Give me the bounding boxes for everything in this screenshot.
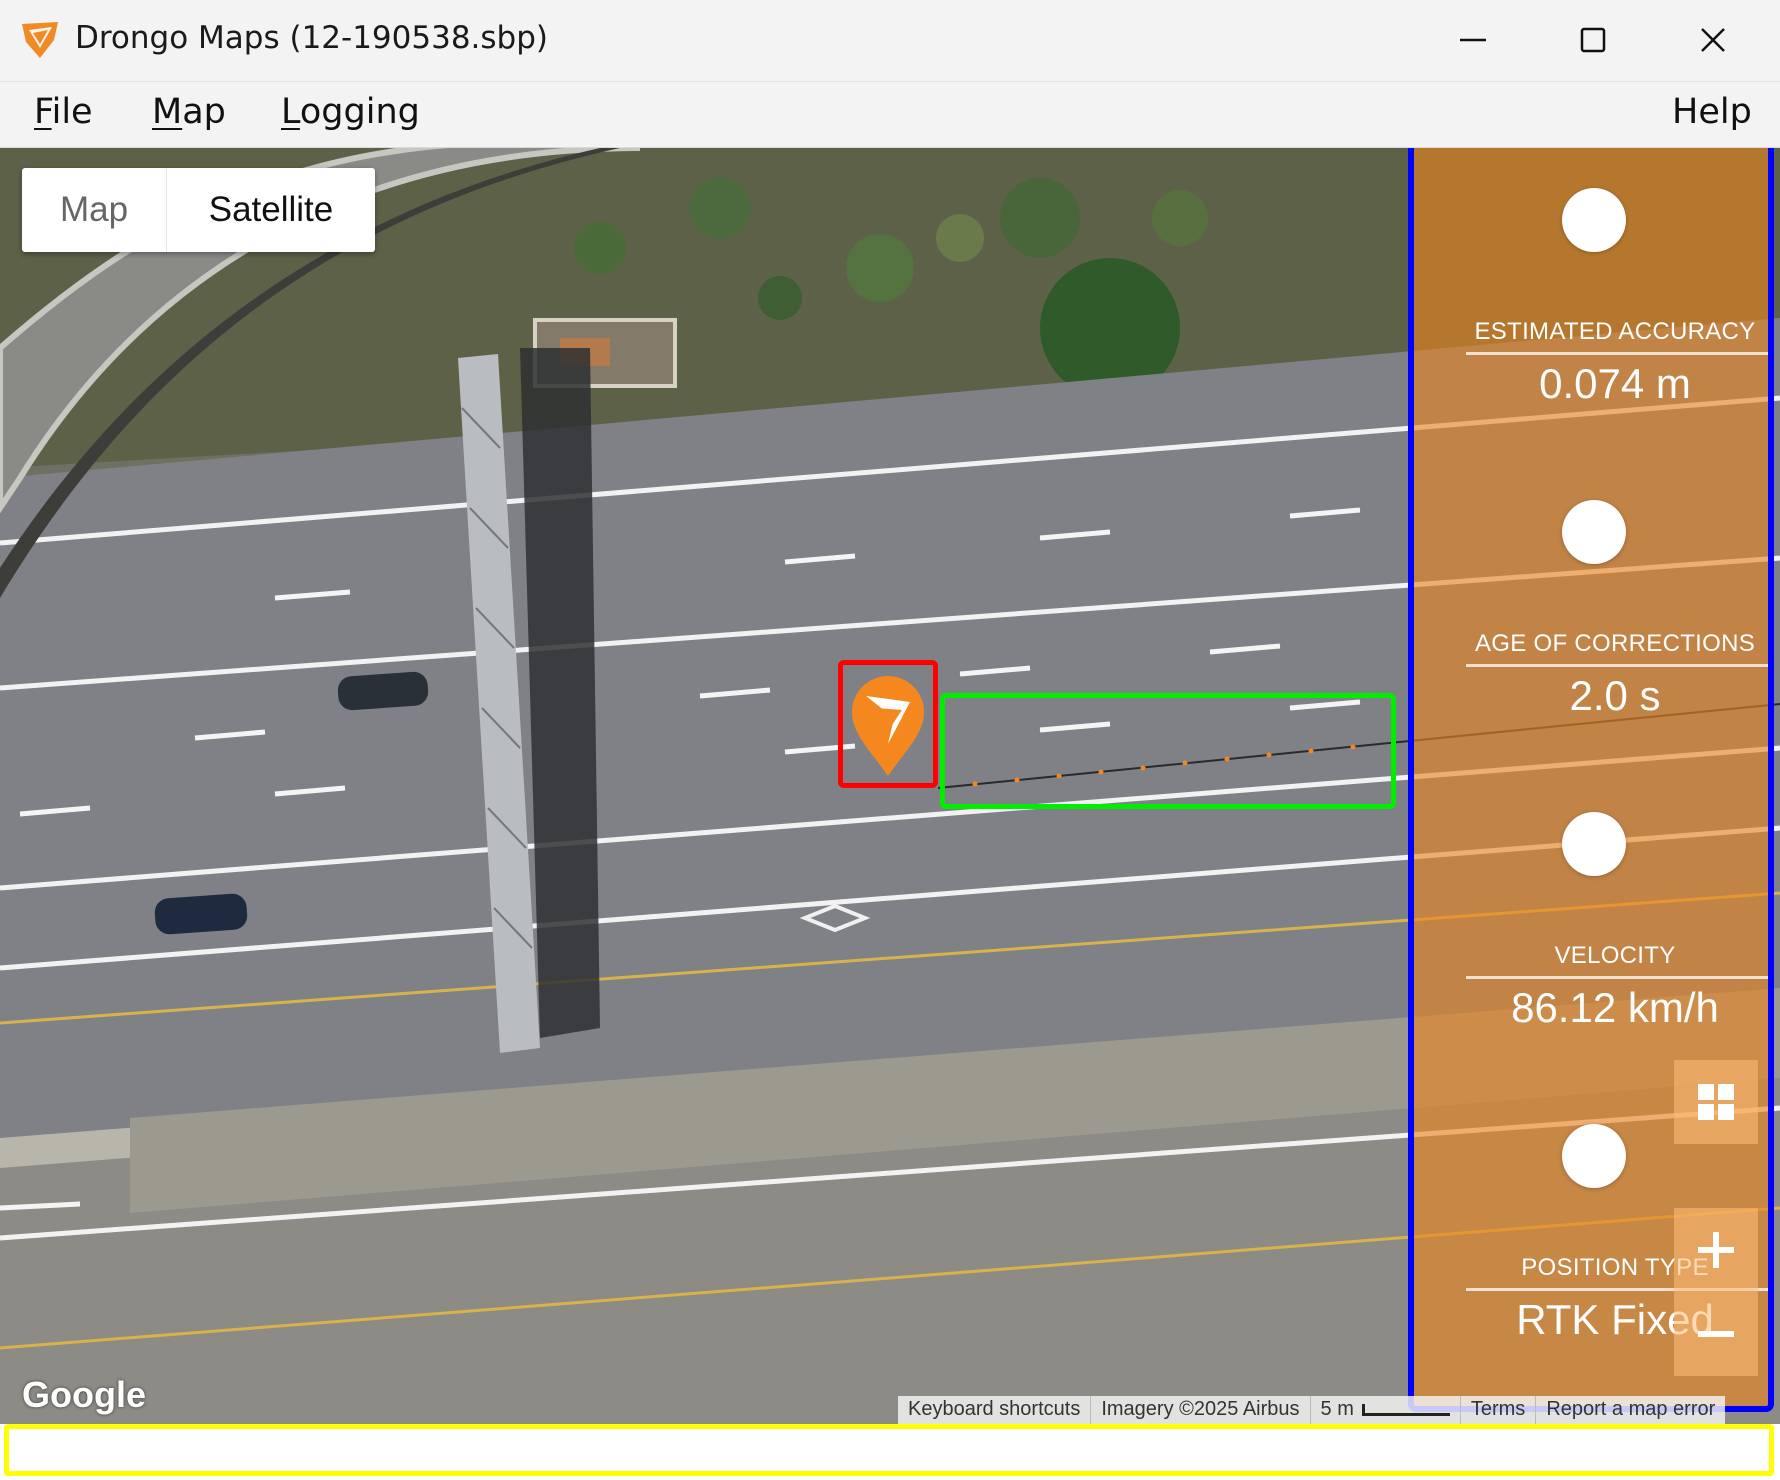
menu-map-label: ap bbox=[182, 92, 226, 132]
menu-logging-mnemonic: L bbox=[281, 92, 300, 132]
title-bar: Drongo Maps (12-190538.sbp) bbox=[0, 0, 1780, 82]
status-bar bbox=[4, 1424, 1774, 1476]
minimize-button[interactable] bbox=[1438, 14, 1508, 66]
marker-highlight-box bbox=[838, 660, 938, 788]
track-highlight-box bbox=[940, 693, 1396, 809]
menu-help[interactable]: Help bbox=[1672, 92, 1752, 132]
report-map-error-link[interactable]: Report a map error bbox=[1536, 1396, 1725, 1424]
scale-label: 5 m bbox=[1320, 1398, 1354, 1420]
menu-bar: File Map Logging Help bbox=[0, 82, 1780, 148]
menu-file[interactable]: File bbox=[34, 92, 93, 132]
menu-map-mnemonic: M bbox=[152, 92, 183, 132]
terms-link[interactable]: Terms bbox=[1461, 1396, 1537, 1424]
map-type-map-button[interactable]: Map bbox=[22, 168, 167, 252]
map-attribution-bar: Keyboard shortcuts Imagery ©2025 Airbus … bbox=[898, 1396, 1726, 1424]
google-logo[interactable]: Google bbox=[22, 1374, 146, 1416]
map-view[interactable]: Map Satellite ESTIMATED ACCURACY 0.074 m… bbox=[0, 148, 1780, 1424]
close-button[interactable] bbox=[1678, 14, 1748, 66]
menu-file-mnemonic: F bbox=[34, 92, 52, 132]
map-type-control: Map Satellite bbox=[22, 168, 375, 252]
stats-panel-highlight-box bbox=[1408, 148, 1774, 1412]
scale-bar bbox=[1361, 1403, 1450, 1416]
imagery-credit: Imagery ©2025 Airbus bbox=[1091, 1396, 1311, 1424]
scale-indicator[interactable]: 5 m bbox=[1311, 1396, 1461, 1424]
menu-file-label: ile bbox=[51, 92, 93, 132]
map-type-satellite-button[interactable]: Satellite bbox=[167, 168, 375, 252]
menu-logging-label: ogging bbox=[299, 92, 420, 132]
drongo-app-icon bbox=[22, 22, 58, 58]
window-title: Drongo Maps (12-190538.sbp) bbox=[75, 20, 548, 56]
minimize-icon bbox=[1460, 38, 1486, 42]
menu-map[interactable]: Map bbox=[152, 92, 226, 132]
maximize-button[interactable] bbox=[1558, 14, 1628, 66]
menu-logging[interactable]: Logging bbox=[281, 92, 420, 132]
keyboard-shortcuts-link[interactable]: Keyboard shortcuts bbox=[898, 1396, 1092, 1424]
maximize-icon bbox=[1580, 27, 1606, 53]
close-icon bbox=[1701, 28, 1725, 52]
